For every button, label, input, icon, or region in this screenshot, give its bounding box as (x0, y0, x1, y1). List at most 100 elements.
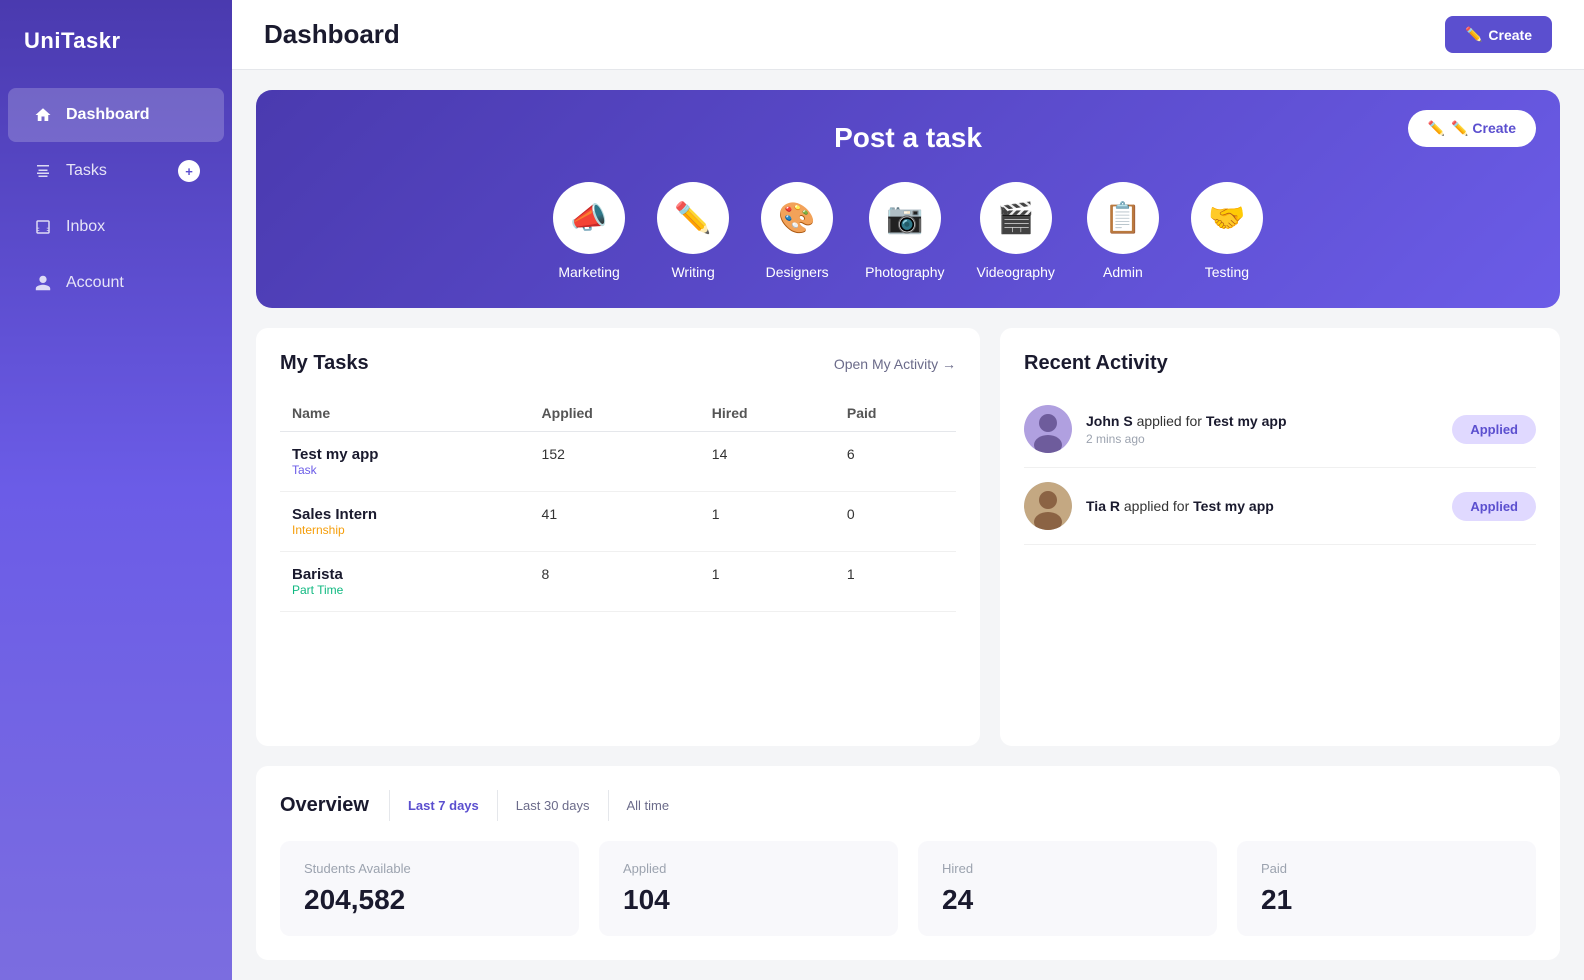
recent-activity-title: Recent Activity (1024, 352, 1536, 375)
category-label-admin: Admin (1103, 264, 1143, 280)
inbox-icon (32, 216, 54, 238)
post-task-banner: ✏️ ✏️ Create Post a task 📣 Marketing ✏️ … (256, 90, 1560, 308)
categories-list: 📣 Marketing ✏️ Writing 🎨 Designers 📷 Pho… (288, 182, 1528, 280)
overview-cards: Students Available 204,582 Applied 104 H… (280, 841, 1536, 936)
overview-card-paid: Paid 21 (1237, 841, 1536, 936)
photography-icon-circle: 📷 (869, 182, 941, 254)
overview-card-hired: Hired 24 (918, 841, 1217, 936)
table-row: Test my app Task 152 14 6 (280, 432, 956, 492)
sidebar: UniTaskr Dashboard Tasks + Inbox (0, 0, 232, 980)
activity-name-john: John S applied for Test my app (1086, 413, 1438, 429)
my-tasks-title: My Tasks (280, 352, 369, 375)
tab-all-time[interactable]: All time (608, 790, 688, 821)
category-label-videography: Videography (977, 264, 1055, 280)
task-paid-cell: 0 (835, 492, 956, 552)
tab-last-30-days[interactable]: Last 30 days (497, 790, 608, 821)
activity-text-tia: Tia R applied for Test my app (1086, 498, 1438, 514)
sidebar-item-label-inbox: Inbox (66, 218, 105, 236)
category-label-marketing: Marketing (558, 264, 619, 280)
overview-header: Overview Last 7 days Last 30 days All ti… (280, 790, 1536, 821)
tasks-add-badge[interactable]: + (178, 160, 200, 182)
sidebar-item-label-tasks: Tasks (66, 162, 107, 180)
sidebar-item-inbox[interactable]: Inbox (8, 200, 224, 254)
avatar-john (1024, 405, 1072, 453)
tasks-table: Name Applied Hired Paid Test my app Task… (280, 395, 956, 612)
category-label-designers: Designers (766, 264, 829, 280)
videography-icon-circle: 🎬 (980, 182, 1052, 254)
overview-card-students: Students Available 204,582 (280, 841, 579, 936)
activity-timestamp-john: 2 mins ago (1086, 432, 1438, 446)
col-header-applied: Applied (530, 395, 700, 432)
writing-icon-circle: ✏️ (657, 182, 729, 254)
my-tasks-header: My Tasks Open My Activity → (280, 352, 956, 375)
designers-icon-circle: 🎨 (761, 182, 833, 254)
activity-badge-tia[interactable]: Applied (1452, 492, 1536, 521)
category-label-photography: Photography (865, 264, 944, 280)
page-title: Dashboard (264, 19, 400, 50)
tasks-icon (32, 160, 54, 182)
pencil-icon: ✏️ (1465, 26, 1482, 43)
hired-value: 24 (942, 884, 1193, 916)
hired-label: Hired (942, 861, 1193, 876)
main-content: Dashboard ✏️ Create ✏️ ✏️ Create Post a … (232, 0, 1584, 980)
col-header-hired: Hired (700, 395, 835, 432)
category-marketing[interactable]: 📣 Marketing (553, 182, 625, 280)
activity-item: John S applied for Test my app 2 mins ag… (1024, 391, 1536, 468)
table-row: Sales Intern Internship 41 1 0 (280, 492, 956, 552)
sidebar-item-account[interactable]: Account (8, 256, 224, 310)
recent-activity-section: Recent Activity John S applied for Test (1000, 328, 1560, 746)
category-photography[interactable]: 📷 Photography (865, 182, 944, 280)
testing-icon-circle: 🤝 (1191, 182, 1263, 254)
activity-item: Tia R applied for Test my app Applied (1024, 468, 1536, 545)
task-applied-cell: 41 (530, 492, 700, 552)
paid-label: Paid (1261, 861, 1512, 876)
category-videography[interactable]: 🎬 Videography (977, 182, 1055, 280)
task-applied-cell: 8 (530, 552, 700, 612)
table-row: Barista Part Time 8 1 1 (280, 552, 956, 612)
task-hired-cell: 14 (700, 432, 835, 492)
task-applied-cell: 152 (530, 432, 700, 492)
category-admin[interactable]: 📋 Admin (1087, 182, 1159, 280)
activity-text-john: John S applied for Test my app 2 mins ag… (1086, 413, 1438, 446)
category-designers[interactable]: 🎨 Designers (761, 182, 833, 280)
task-paid-cell: 1 (835, 552, 956, 612)
applied-value: 104 (623, 884, 874, 916)
category-writing[interactable]: ✏️ Writing (657, 182, 729, 280)
tab-last-7-days[interactable]: Last 7 days (389, 790, 497, 821)
create-task-button[interactable]: ✏️ ✏️ Create (1408, 110, 1536, 147)
sidebar-item-tasks[interactable]: Tasks + (8, 144, 224, 198)
overview-section: Overview Last 7 days Last 30 days All ti… (256, 766, 1560, 960)
sidebar-item-label-dashboard: Dashboard (66, 106, 150, 124)
task-name-cell: Barista Part Time (280, 552, 530, 612)
category-testing[interactable]: 🤝 Testing (1191, 182, 1263, 280)
sidebar-item-dashboard[interactable]: Dashboard (8, 88, 224, 142)
students-label: Students Available (304, 861, 555, 876)
post-task-title: Post a task (288, 122, 1528, 154)
avatar-tia (1024, 482, 1072, 530)
header-right: ✏️ Create (1445, 16, 1552, 53)
pencil-small-icon: ✏️ (1428, 120, 1445, 137)
task-name-cell: Test my app Task (280, 432, 530, 492)
task-name-cell: Sales Intern Internship (280, 492, 530, 552)
col-header-paid: Paid (835, 395, 956, 432)
my-tasks-section: My Tasks Open My Activity → Name Applied… (256, 328, 980, 746)
create-header-button[interactable]: ✏️ Create (1445, 16, 1552, 53)
open-activity-link[interactable]: Open My Activity → (834, 356, 956, 372)
overview-card-applied: Applied 104 (599, 841, 898, 936)
admin-icon-circle: 📋 (1087, 182, 1159, 254)
home-icon (32, 104, 54, 126)
account-icon (32, 272, 54, 294)
header: Dashboard ✏️ Create (232, 0, 1584, 70)
category-label-writing: Writing (671, 264, 714, 280)
category-label-testing: Testing (1205, 264, 1249, 280)
sidebar-nav: Dashboard Tasks + Inbox Account (0, 86, 232, 312)
task-hired-cell: 1 (700, 552, 835, 612)
activity-name-tia: Tia R applied for Test my app (1086, 498, 1438, 514)
overview-title: Overview (280, 794, 369, 817)
col-header-name: Name (280, 395, 530, 432)
students-value: 204,582 (304, 884, 555, 916)
content-row: My Tasks Open My Activity → Name Applied… (256, 328, 1560, 746)
activity-badge-john[interactable]: Applied (1452, 415, 1536, 444)
applied-label: Applied (623, 861, 874, 876)
task-paid-cell: 6 (835, 432, 956, 492)
